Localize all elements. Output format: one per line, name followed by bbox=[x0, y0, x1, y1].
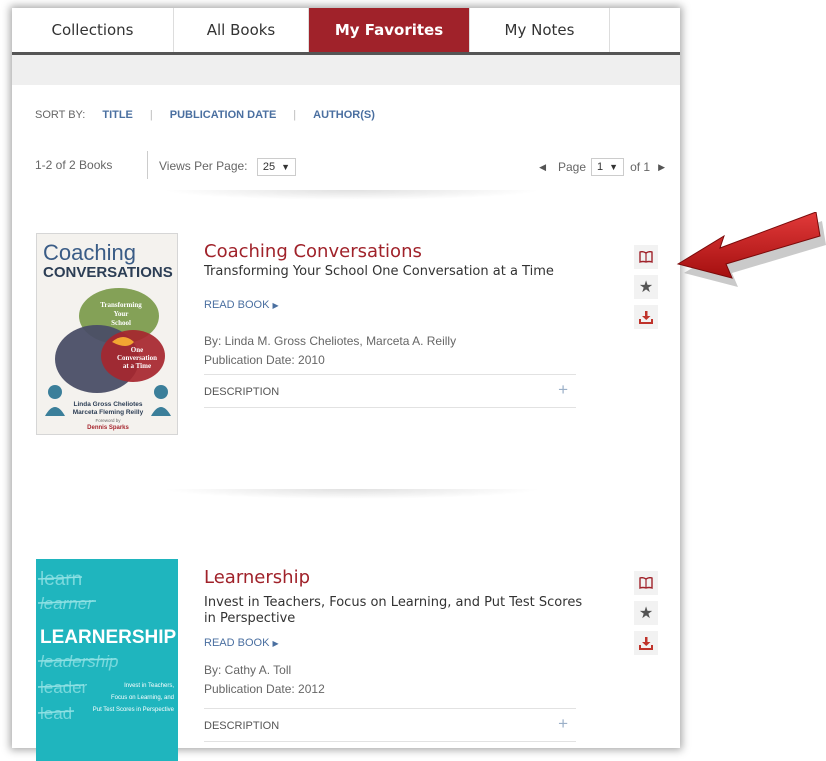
sort-authors-link[interactable]: AUTHOR(S) bbox=[313, 109, 375, 121]
cover-tagline: Put Test Scores in Perspective bbox=[93, 707, 175, 713]
tab-my-notes[interactable]: My Notes bbox=[470, 8, 610, 52]
favorites-panel: Collections All Books My Favorites My No… bbox=[12, 8, 680, 761]
book-publication-date: Publication Date: 2010 bbox=[204, 353, 325, 367]
cover-foreword-name: Dennis Sparks bbox=[87, 425, 129, 431]
views-per-page: Views Per Page: 25 ▼ bbox=[159, 158, 297, 176]
page-select-value: 1 bbox=[597, 161, 604, 173]
sort-title-link[interactable]: TITLE bbox=[102, 109, 133, 121]
read-book-label: READ BOOK bbox=[204, 299, 270, 311]
cover-scribble: learn bbox=[40, 569, 82, 590]
favorite-button[interactable]: ★ bbox=[634, 275, 658, 299]
sort-bar: SORT BY: TITLE | PUBLICATION DATE | AUTH… bbox=[35, 109, 375, 121]
caret-down-icon: ▼ bbox=[281, 162, 291, 172]
caret-down-icon: ▼ bbox=[609, 162, 619, 172]
page-total: of 1 bbox=[630, 160, 651, 174]
plus-icon: + bbox=[558, 380, 568, 399]
views-per-page-value: 25 bbox=[262, 161, 276, 173]
download-button[interactable] bbox=[634, 631, 658, 655]
cover-bubble-text: Conversation bbox=[117, 354, 157, 362]
cover-scribble: lead bbox=[40, 704, 72, 723]
book-icon bbox=[639, 251, 653, 263]
book-cover-learnership[interactable]: learn learner LEARNERSHIP leadership lea… bbox=[36, 559, 178, 761]
cover-bubble-text: Transforming bbox=[100, 301, 142, 309]
star-icon: ★ bbox=[638, 605, 654, 622]
book-title[interactable]: Learnership bbox=[204, 567, 310, 588]
tab-my-favorites[interactable]: My Favorites bbox=[309, 8, 470, 52]
cover-author: Linda Gross Cheliotes bbox=[74, 401, 143, 408]
cover-tagline: Focus on Learning, and bbox=[111, 695, 174, 701]
book-subtitle: Invest in Teachers, Focus on Learning, a… bbox=[204, 595, 583, 626]
sort-label: SORT BY: bbox=[35, 109, 86, 121]
download-icon bbox=[639, 637, 653, 650]
cover-bubble-text: School bbox=[111, 319, 131, 327]
read-book-button[interactable] bbox=[634, 571, 658, 595]
description-label: DESCRIPTION bbox=[204, 720, 280, 732]
cover-bubble-text: at a Time bbox=[123, 362, 151, 370]
cover-foreword-label: Foreword by bbox=[95, 418, 121, 423]
views-per-page-select[interactable]: 25 ▼ bbox=[256, 158, 297, 176]
book-actions: ★ bbox=[634, 245, 664, 335]
next-page-icon[interactable]: ▶ bbox=[658, 162, 665, 173]
read-book-label: READ BOOK bbox=[204, 637, 270, 649]
plus-icon: + bbox=[558, 714, 568, 733]
page-label: Page bbox=[557, 160, 587, 174]
description-label: DESCRIPTION bbox=[204, 386, 280, 398]
sort-separator: | bbox=[149, 109, 153, 121]
book-actions: ★ bbox=[634, 571, 664, 661]
book-authors: By: Cathy A. Toll bbox=[204, 663, 292, 677]
sort-publication-date-link[interactable]: PUBLICATION DATE bbox=[170, 109, 277, 121]
read-book-link[interactable]: READ BOOK ▶ bbox=[204, 299, 279, 311]
tab-all-books[interactable]: All Books bbox=[174, 8, 309, 52]
book-title[interactable]: Coaching Conversations bbox=[204, 241, 422, 262]
star-icon: ★ bbox=[638, 279, 654, 296]
cover-bubble-text: Your bbox=[114, 310, 129, 318]
results-count: 1-2 of 2 Books bbox=[35, 158, 113, 172]
cover-scribble: leader bbox=[40, 678, 88, 697]
results-separator bbox=[147, 151, 148, 179]
section-divider bbox=[162, 190, 542, 200]
book-authors: By: Linda M. Gross Cheliotes, Marceta A.… bbox=[204, 334, 457, 348]
favorite-button[interactable]: ★ bbox=[634, 601, 658, 625]
cover-scribble: leadership bbox=[40, 652, 118, 671]
prev-page-icon[interactable]: ◀ bbox=[539, 162, 546, 173]
description-toggle[interactable]: DESCRIPTION + bbox=[204, 708, 576, 742]
cover-author: Marceta Fleming Reilly bbox=[73, 409, 144, 416]
tab-collections[interactable]: Collections bbox=[12, 8, 174, 52]
read-book-button[interactable] bbox=[634, 245, 658, 269]
download-button[interactable] bbox=[634, 305, 658, 329]
sort-separator: | bbox=[293, 109, 297, 121]
sub-toolbar bbox=[12, 55, 680, 85]
views-per-page-label: Views Per Page: bbox=[159, 159, 248, 173]
cover-title: LEARNERSHIP bbox=[40, 627, 177, 648]
book-subtitle: Transforming Your School One Conversatio… bbox=[204, 264, 554, 279]
book-publication-date: Publication Date: 2012 bbox=[204, 682, 325, 696]
read-book-link[interactable]: READ BOOK ▶ bbox=[204, 637, 279, 649]
cover-scribble: learner bbox=[40, 594, 94, 613]
description-toggle[interactable]: DESCRIPTION + bbox=[204, 374, 576, 408]
pagination: ◀ Page 1 ▼ of 1 ▶ bbox=[539, 158, 665, 176]
section-divider bbox=[162, 489, 542, 499]
book-cover-coaching-conversations[interactable]: Coaching CONVERSATIONS Transforming Your… bbox=[36, 233, 178, 435]
caret-right-icon: ▶ bbox=[272, 301, 279, 310]
red-arrow-annotation bbox=[676, 212, 826, 287]
cover-bubble-text: One bbox=[131, 346, 143, 354]
page-select[interactable]: 1 ▼ bbox=[591, 158, 625, 176]
caret-right-icon: ▶ bbox=[272, 639, 279, 648]
download-icon bbox=[639, 311, 653, 324]
cover-title-line1: Coaching bbox=[43, 240, 136, 265]
tab-bar: Collections All Books My Favorites My No… bbox=[12, 8, 680, 52]
cover-title-line2: CONVERSATIONS bbox=[43, 264, 173, 281]
book-icon bbox=[639, 577, 653, 589]
cover-tagline: Invest in Teachers, bbox=[124, 683, 174, 689]
